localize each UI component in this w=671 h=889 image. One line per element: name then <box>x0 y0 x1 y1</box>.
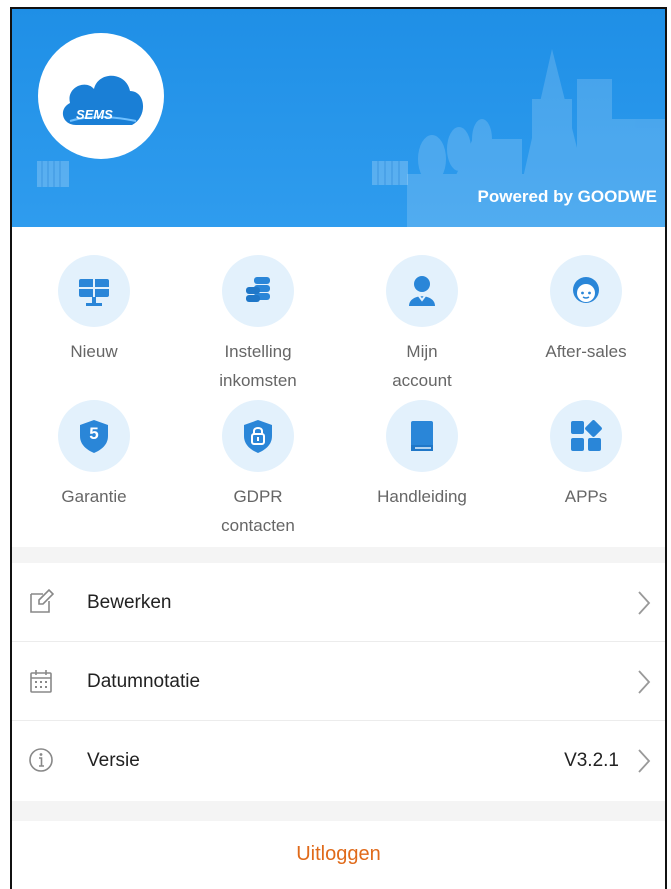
app-frame: SEMS Powered by GOODWE Nieuw Instelling … <box>10 7 667 889</box>
grid-item-label: After-sales <box>545 342 627 361</box>
edit-icon <box>30 589 54 613</box>
logout-button[interactable]: Uitloggen <box>12 821 665 889</box>
grid-item-garantie[interactable]: 5 Garantie <box>12 400 176 511</box>
version-value: V3.2.1 <box>564 750 619 771</box>
grid-item-nieuw[interactable]: Nieuw <box>12 255 176 366</box>
book-icon <box>411 421 433 451</box>
chevron-right-icon <box>638 670 651 694</box>
coins-icon <box>246 277 270 302</box>
solar-panel-icon <box>79 279 109 306</box>
chevron-right-icon <box>638 591 651 615</box>
grid-item-label: Instelling inkomsten <box>219 342 297 390</box>
lock-shield-icon <box>244 420 272 453</box>
warranty-badge-number: 5 <box>89 424 99 443</box>
powered-by-label: Powered by GOODWE <box>477 187 657 206</box>
calendar-icon <box>30 670 52 693</box>
list-item-label: Versie <box>87 750 140 771</box>
apps-grid-icon <box>571 420 602 451</box>
logo-text: SEMS <box>76 107 113 122</box>
info-icon <box>29 748 53 772</box>
grid-item-handleiding[interactable]: Handleiding <box>340 400 504 511</box>
header-banner: SEMS Powered by GOODWE <box>12 9 665 227</box>
user-icon <box>409 276 435 306</box>
grid-item-mijn-account[interactable]: Mijn account <box>340 255 504 395</box>
grid-item-apps[interactable]: APPs <box>504 400 665 511</box>
grid-item-label: Nieuw <box>70 342 118 361</box>
grid-item-instelling-inkomsten[interactable]: Instelling inkomsten <box>176 255 340 395</box>
support-agent-icon <box>573 277 599 303</box>
list-item-datumnotatie[interactable]: Datumnotatie <box>12 643 665 721</box>
grid-item-label: Garantie <box>61 487 127 506</box>
grid-item-label: APPs <box>564 487 608 506</box>
list-item-bewerken[interactable]: Bewerken <box>12 564 665 642</box>
grid-item-label: Handleiding <box>377 487 467 506</box>
section-divider <box>12 801 665 821</box>
section-divider <box>12 547 665 563</box>
sems-logo: SEMS <box>38 33 164 159</box>
grid-item-gdpr-contacten[interactable]: GDPR contacten <box>176 400 340 540</box>
list-item-label: Datumnotatie <box>87 671 201 692</box>
grid-item-label: Mijn account <box>392 342 452 390</box>
grid-item-label: GDPR contacten <box>221 487 295 535</box>
list-item-label: Bewerken <box>87 592 172 613</box>
list-item-versie[interactable]: Versie V3.2.1 <box>12 722 665 800</box>
grid-item-after-sales[interactable]: After-sales <box>504 255 665 366</box>
chevron-right-icon <box>638 749 651 773</box>
cloud-logo-icon <box>62 75 144 125</box>
